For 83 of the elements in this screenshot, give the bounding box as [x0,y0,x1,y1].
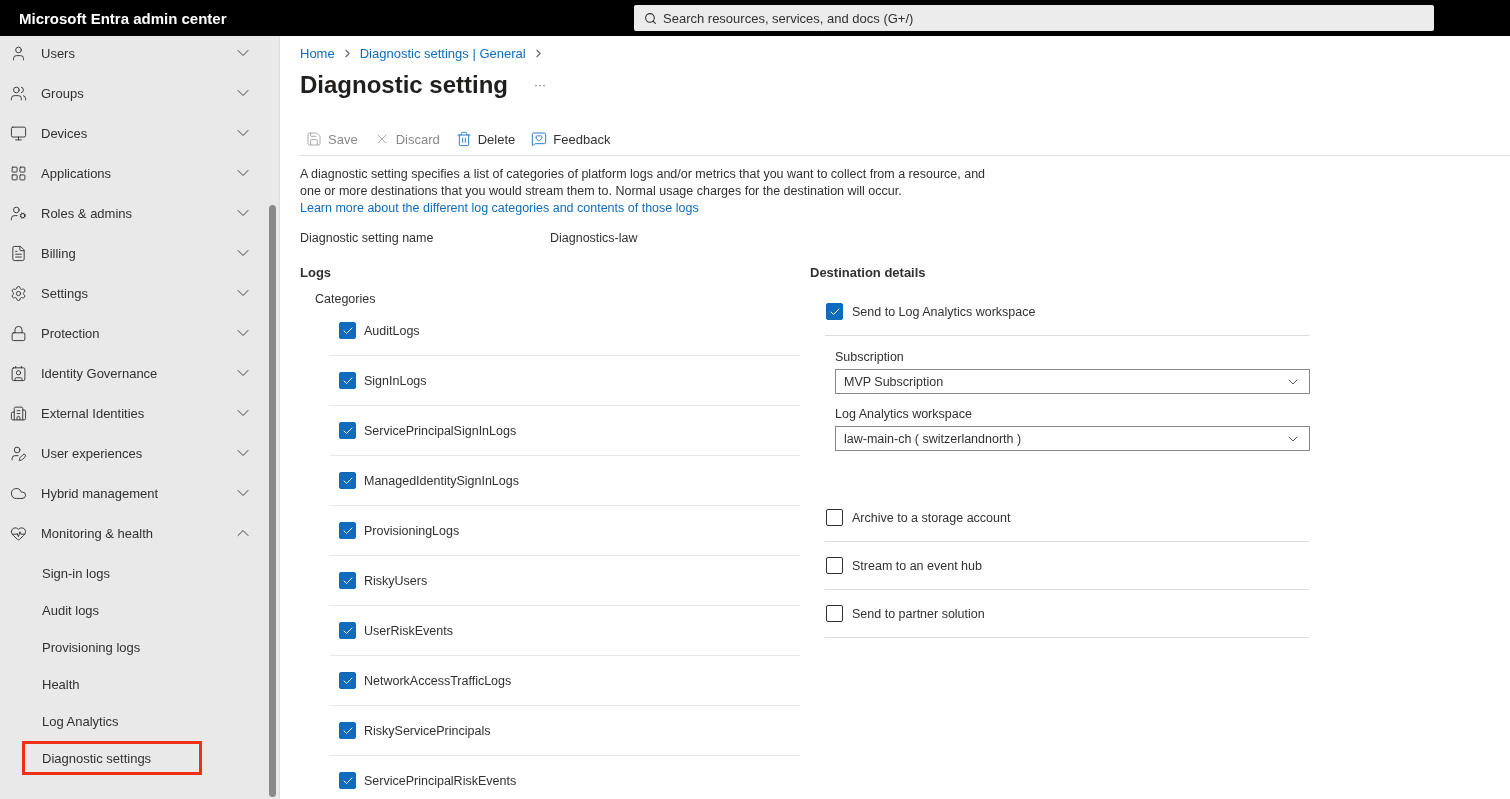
breadcrumb-link[interactable]: Diagnostic settings | General [359,46,526,61]
checkbox-label: SignInLogs [364,373,427,388]
nav-item[interactable]: Identity Governance [0,353,265,393]
document-icon [10,244,27,262]
lock-icon [10,324,27,342]
person-icon [10,44,27,62]
toolbar-button[interactable]: Feedback [531,129,611,149]
checkbox[interactable] [826,557,843,574]
nav-subitem[interactable]: Sign-in logs [22,556,202,590]
nav-subitem[interactable]: Log Analytics [22,704,202,738]
field-label: Subscription [835,350,905,364]
checkbox[interactable] [339,322,356,339]
checkbox[interactable] [339,722,356,739]
checkbox[interactable] [339,422,356,439]
nav-item[interactable]: Applications [0,153,265,193]
people-icon [10,84,27,102]
nav-subitem[interactable]: Health [22,667,202,701]
trash-icon [455,131,472,147]
nav-item[interactable]: Devices [0,113,265,153]
checkbox[interactable] [339,622,356,639]
checkbox-label: Stream to an event hub [852,558,982,573]
checkbox-label: Send to partner solution [852,606,985,621]
feedback-icon [531,131,548,147]
breadcrumb-link[interactable]: Home [300,46,335,61]
nav-item[interactable]: Roles & admins [0,193,265,233]
nav-item[interactable]: Billing [0,233,265,273]
page-title: Diagnostic setting [300,71,509,99]
dropdown[interactable]: MVP Subscription [835,369,1310,394]
dropdown[interactable]: law-main-ch ( switzerlandnorth ) [835,426,1310,451]
section-subheading: Categories [315,292,377,306]
settings-icon [10,284,27,302]
nav-item[interactable]: Monitoring & health [0,513,265,553]
nav-subitem[interactable]: Audit logs [22,593,202,627]
checkbox-label: ServicePrincipalSignInLogs [364,423,517,438]
checkbox-label: UserRiskEvents [364,623,453,638]
field-label: Log Analytics workspace [835,407,973,421]
checkbox-label: Archive to a storage account [852,510,1011,525]
nav-item[interactable]: User experiences [0,433,265,473]
nav-item[interactable]: External Identities [0,393,265,433]
field-value: Diagnostics-law [550,231,638,245]
checkbox-label: ServicePrincipalRiskEvents [364,773,517,788]
grid-icon [10,164,27,182]
section-heading: Logs [300,265,333,280]
checkbox-label: Send to Log Analytics workspace [852,304,1036,319]
checkbox[interactable] [826,509,843,526]
checkbox[interactable] [339,572,356,589]
more-button[interactable]: ··· [534,78,547,92]
checkbox[interactable] [339,772,356,789]
checkbox[interactable] [339,472,356,489]
scrollbar-thumb[interactable] [268,205,276,797]
description-text: A diagnostic setting specifies a list of categories of platform logs and/or metrics that you want to collect from a resource, and one or more destinations that you would stream them to. Normal usage charges for the destination will occur. Learn more about the different log categories and contents of those logs [300,166,987,217]
heart-icon [10,524,27,542]
checkbox-label: ManagedIdentitySignInLogs [364,473,519,488]
contact-icon [10,364,27,382]
checkbox[interactable] [339,672,356,689]
checkbox-label: ProvisioningLogs [364,523,460,538]
field-label: Diagnostic setting name [300,231,435,245]
checkbox-label: NetworkAccessTrafficLogs [364,673,512,688]
checkbox[interactable] [826,303,843,320]
learn-more-link[interactable]: Learn more about the different log categories and contents of those logs [300,201,699,215]
search-field[interactable]: Search resources, services, and docs (G+/) [634,5,1434,31]
section-heading: Destination details [810,265,927,280]
devices-icon [10,124,27,142]
checkbox[interactable] [339,522,356,539]
app-title: Microsoft Entra admin center [18,9,228,27]
nav-subitem[interactable]: Provisioning logs [22,630,202,664]
save-icon [306,131,322,147]
checkbox-label: AuditLogs [364,323,420,338]
nav-item[interactable]: Hybrid management [0,473,265,513]
nav-item[interactable]: Settings [0,273,265,313]
person-pen-icon [10,444,27,462]
checkbox-label: RiskyServicePrincipals [364,723,491,738]
nav-item[interactable]: Groups [0,73,265,113]
building-icon [10,404,27,422]
nav-subitem[interactable]: Diagnostic settings [22,741,202,775]
person-badge-icon [10,204,27,222]
checkbox[interactable] [339,372,356,389]
toolbar-button[interactable]: Delete [455,129,516,149]
checkbox-label: RiskyUsers [364,573,428,588]
checkbox[interactable] [826,605,843,622]
search-icon [644,11,657,25]
nav-item[interactable]: Protection [0,313,265,353]
nav-item[interactable]: Users [0,36,265,73]
